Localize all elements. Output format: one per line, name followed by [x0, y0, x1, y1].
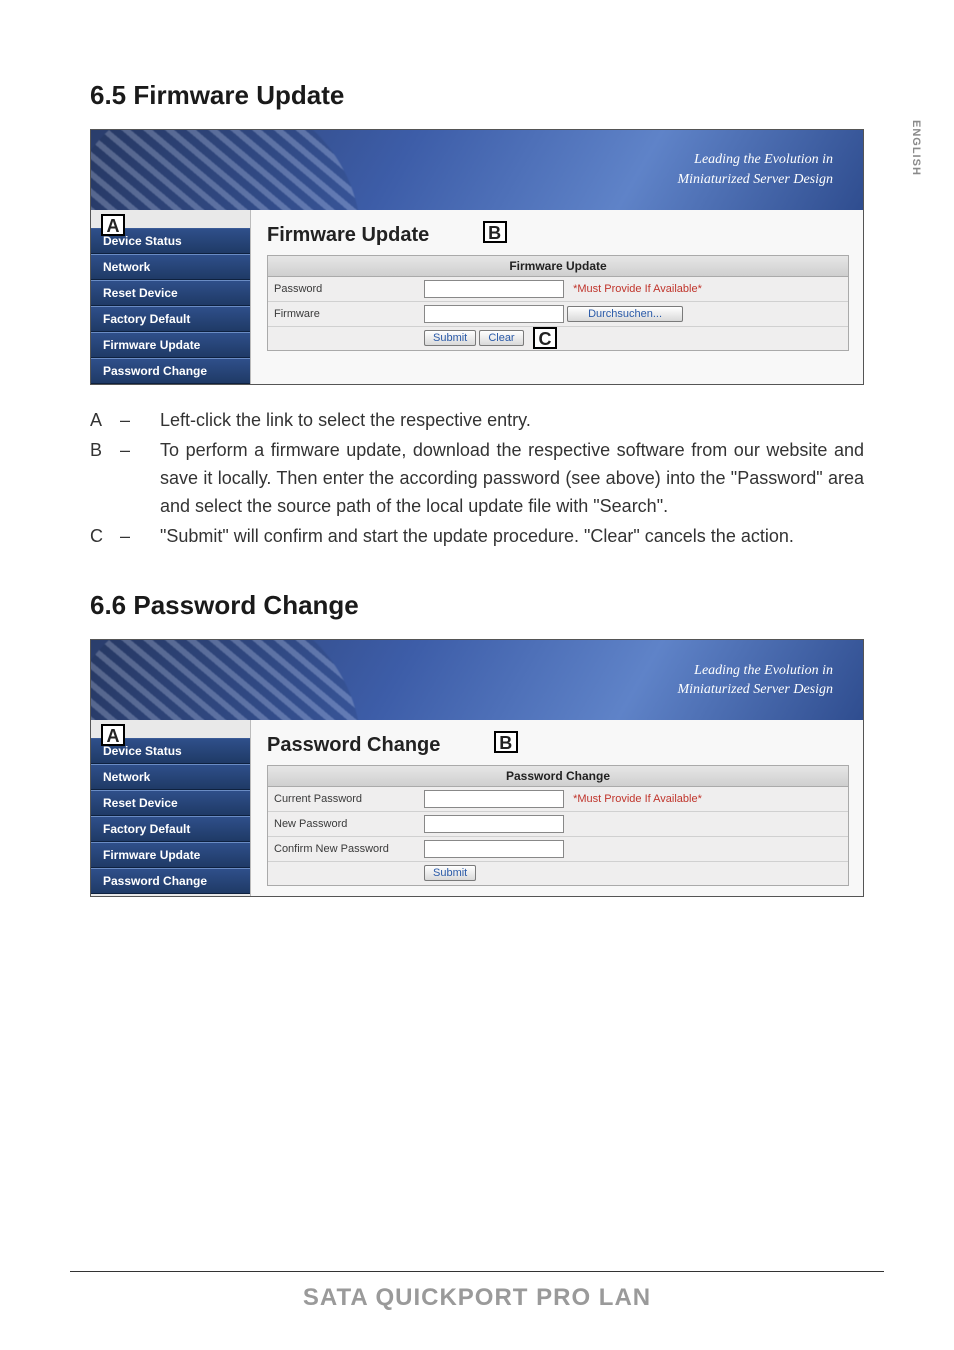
- callout-b: B: [494, 731, 518, 753]
- screenshot-firmware-update: Leading the Evolution in Miniaturized Se…: [90, 129, 864, 385]
- banner-tagline-line2: Miniaturized Server Design: [677, 172, 833, 187]
- submit-button[interactable]: Submit: [424, 865, 476, 881]
- content-title: Password Change: [267, 734, 440, 757]
- sidebar-item-reset-device[interactable]: Reset Device: [91, 790, 250, 816]
- callout-b: B: [483, 221, 507, 243]
- firmware-label: Firmware: [268, 302, 418, 327]
- sidebar: A Device Status Network Reset Device Fac…: [91, 210, 251, 384]
- footer-rule: [70, 1271, 884, 1272]
- explain-text-a: Left-click the link to select the respec…: [160, 407, 864, 435]
- sidebar-item-password-change[interactable]: Password Change: [91, 358, 250, 384]
- browse-button[interactable]: Durchsuchen...: [567, 306, 683, 322]
- confirm-new-password-input[interactable]: [424, 840, 564, 858]
- sidebar-item-network[interactable]: Network: [91, 764, 250, 790]
- footer-title: SATA QUICKPORT PRO LAN: [0, 1284, 954, 1312]
- explain-label-c: C: [90, 523, 120, 551]
- current-password-hint: *Must Provide If Available*: [573, 793, 702, 805]
- banner-tagline-line1: Leading the Evolution in: [694, 663, 833, 678]
- banner: Leading the Evolution in Miniaturized Se…: [91, 130, 863, 210]
- sidebar-item-factory-default[interactable]: Factory Default: [91, 306, 250, 332]
- confirm-new-password-label: Confirm New Password: [268, 837, 418, 862]
- callout-c: C: [533, 327, 557, 349]
- panel-title: Firmware Update: [268, 256, 848, 277]
- sidebar-item-firmware-update[interactable]: Firmware Update: [91, 332, 250, 358]
- section-heading-firmware-update: 6.5 Firmware Update: [90, 80, 864, 111]
- panel-title: Password Change: [268, 766, 848, 787]
- submit-button[interactable]: Submit: [424, 330, 476, 346]
- firmware-path-input[interactable]: [424, 305, 564, 323]
- content-area: Password Change B Password Change Curren…: [251, 720, 863, 896]
- banner-tagline-line2: Miniaturized Server Design: [677, 682, 833, 697]
- explanation-list-firmware: A – Left-click the link to select the re…: [90, 407, 864, 550]
- callout-a: A: [101, 724, 125, 746]
- sidebar-item-reset-device[interactable]: Reset Device: [91, 280, 250, 306]
- current-password-label: Current Password: [268, 787, 418, 812]
- explain-label-a: A: [90, 407, 120, 435]
- banner: Leading the Evolution in Miniaturized Se…: [91, 640, 863, 720]
- banner-tagline-line1: Leading the Evolution in: [694, 152, 833, 167]
- language-tab: ENGLISH: [910, 120, 922, 176]
- password-hint: *Must Provide If Available*: [573, 283, 702, 295]
- new-password-input[interactable]: [424, 815, 564, 833]
- explain-label-b: B: [90, 437, 120, 521]
- explain-text-c: "Submit" will confirm and start the upda…: [160, 523, 864, 551]
- password-input[interactable]: [424, 280, 564, 298]
- firmware-update-panel: Firmware Update Password *Must Provide I…: [267, 255, 849, 351]
- sidebar: A Device Status Network Reset Device Fac…: [91, 720, 251, 896]
- clear-button[interactable]: Clear: [479, 330, 523, 346]
- new-password-label: New Password: [268, 812, 418, 837]
- explain-text-b: To perform a firmware update, download t…: [160, 437, 864, 521]
- section-heading-password-change: 6.6 Password Change: [90, 590, 864, 621]
- content-area: Firmware Update B Firmware Update Passwo…: [251, 210, 863, 384]
- sidebar-item-factory-default[interactable]: Factory Default: [91, 816, 250, 842]
- password-label: Password: [268, 277, 418, 302]
- sidebar-item-network[interactable]: Network: [91, 254, 250, 280]
- callout-a: A: [101, 214, 125, 236]
- screenshot-password-change: Leading the Evolution in Miniaturized Se…: [90, 639, 864, 897]
- current-password-input[interactable]: [424, 790, 564, 808]
- sidebar-item-password-change[interactable]: Password Change: [91, 868, 250, 894]
- sidebar-item-firmware-update[interactable]: Firmware Update: [91, 842, 250, 868]
- password-change-panel: Password Change Current Password *Must P…: [267, 765, 849, 886]
- content-title: Firmware Update: [267, 224, 429, 247]
